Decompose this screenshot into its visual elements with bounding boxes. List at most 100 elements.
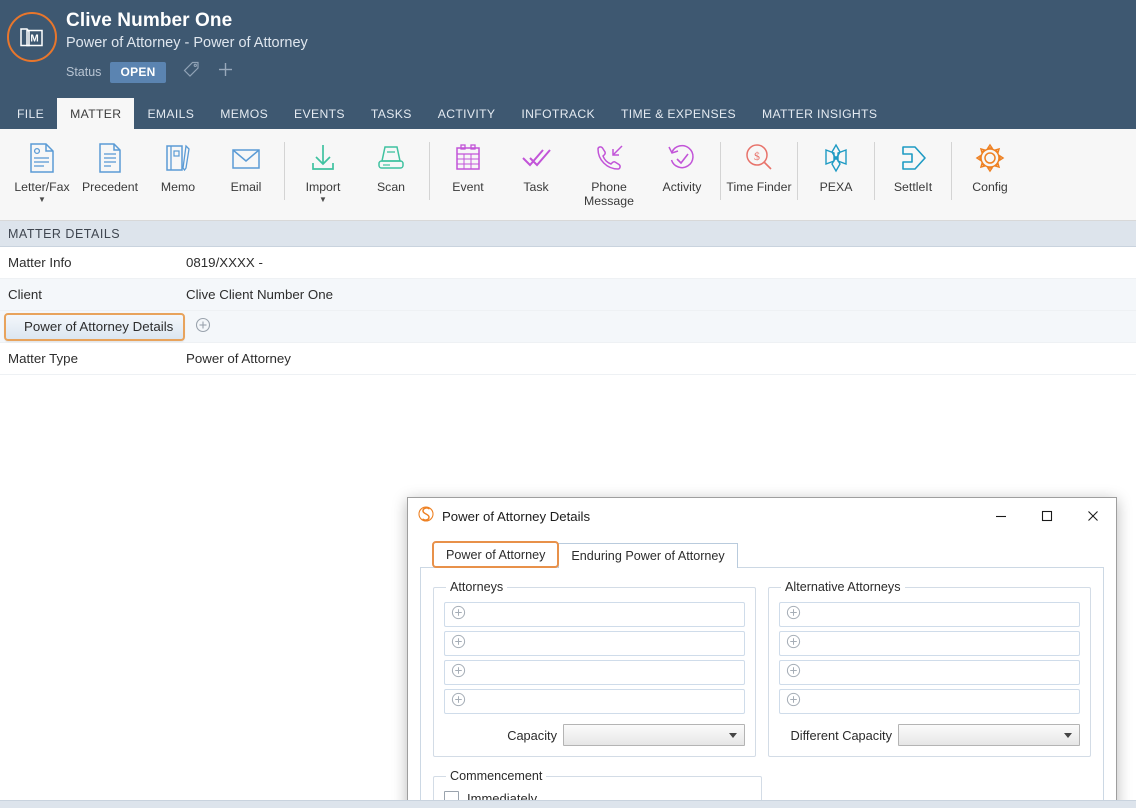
double-check-icon [520, 140, 552, 176]
ribbon-label-task: Task [523, 180, 549, 194]
close-icon[interactable] [1070, 498, 1116, 534]
power-of-attorney-details-dialog: Power of Attorney Details Power of Attor… [407, 497, 1117, 808]
arrow-right-outline-icon [898, 140, 928, 176]
attorney-field-2[interactable] [444, 631, 745, 656]
detail-value: Power of Attorney [186, 351, 291, 366]
plus-circle-icon[interactable] [451, 605, 466, 625]
nav-tab-infotrack[interactable]: INFOTRACK [508, 98, 608, 129]
alternative-attorney-field-1[interactable] [779, 602, 1080, 627]
attorney-field-3[interactable] [444, 660, 745, 685]
calendar-icon [453, 140, 483, 176]
ribbon-button-time-finder[interactable]: $ Time Finder [725, 134, 793, 212]
plus-circle-icon[interactable] [451, 692, 466, 712]
ribbon-toolbar: Letter/Fax ▼ Precedent Memo Email Import… [0, 129, 1136, 221]
notebook-pen-icon [163, 140, 193, 176]
ribbon-divider [797, 142, 798, 200]
ribbon-divider [720, 142, 721, 200]
plus-circle-icon[interactable] [786, 692, 801, 712]
status-badge[interactable]: OPEN [110, 61, 166, 83]
nav-tab-file[interactable]: FILE [4, 98, 57, 129]
dollar-magnifier-icon: $ [744, 140, 774, 176]
ribbon-button-activity[interactable]: Activity [648, 134, 716, 212]
ribbon-divider [951, 142, 952, 200]
detail-row-power-of-attorney-details[interactable]: Power of Attorney Details [0, 311, 1136, 343]
plus-circle-icon[interactable] [786, 634, 801, 654]
ribbon-button-phone-message[interactable]: Phone Message [570, 134, 648, 212]
capacity-dropdown[interactable] [563, 724, 745, 746]
dialog-titlebar[interactable]: Power of Attorney Details [408, 498, 1116, 534]
ribbon-button-import[interactable]: Import ▼ [289, 134, 357, 212]
ribbon-button-scan[interactable]: Scan [357, 134, 425, 212]
ribbon-divider [429, 142, 430, 200]
nav-tab-activity[interactable]: ACTIVITY [425, 98, 509, 129]
dialog-tabstrip: Power of Attorney Enduring Power of Atto… [420, 541, 1104, 568]
plus-circle-icon[interactable] [786, 663, 801, 683]
ribbon-button-email[interactable]: Email [212, 134, 280, 212]
ribbon-label-activity: Activity [662, 180, 702, 194]
ribbon-button-task[interactable]: Task [502, 134, 570, 212]
chevron-down-icon[interactable]: ▼ [38, 196, 46, 204]
plus-circle-icon[interactable] [451, 663, 466, 683]
detail-row-client[interactable]: Client Clive Client Number One [0, 279, 1136, 311]
tab-enduring-power-of-attorney[interactable]: Enduring Power of Attorney [558, 543, 738, 568]
svg-text:M: M [30, 34, 38, 45]
dialog-tabpanel: Attorneys Capacity Alternative Attorneys… [420, 567, 1104, 808]
app-header: M Clive Number One Power of Attorney - P… [0, 0, 1136, 98]
nav-tab-matter-insights[interactable]: MATTER INSIGHTS [749, 98, 890, 129]
detail-row-matter-type[interactable]: Matter Type Power of Attorney [0, 343, 1136, 375]
alternative-attorney-field-4[interactable] [779, 689, 1080, 714]
download-arrow-icon [308, 140, 338, 176]
clock-check-icon [666, 140, 698, 176]
ribbon-button-letter-fax[interactable]: Letter/Fax ▼ [8, 134, 76, 212]
power-of-attorney-details-button[interactable]: Power of Attorney Details [4, 312, 186, 341]
nav-tab-matter[interactable]: MATTER [57, 98, 135, 129]
ribbon-label-letter-fax: Letter/Fax [14, 180, 70, 194]
minimize-icon[interactable] [978, 498, 1024, 534]
dialog-window-controls [978, 498, 1116, 534]
plus-circle-icon[interactable] [786, 605, 801, 625]
attorneys-columns: Attorneys Capacity Alternative Attorneys… [433, 580, 1091, 757]
plus-circle-icon[interactable] [451, 634, 466, 654]
capacity-row: Capacity [444, 724, 745, 746]
alternative-attorney-field-2[interactable] [779, 631, 1080, 656]
smokeball-s-icon [418, 505, 434, 527]
ribbon-button-memo[interactable]: Memo [144, 134, 212, 212]
nav-tab-time-expenses[interactable]: TIME & EXPENSES [608, 98, 749, 129]
detail-row-matter-info[interactable]: Matter Info 0819/XXXX - [0, 247, 1136, 279]
plus-circle-icon[interactable] [195, 317, 211, 336]
maximize-icon[interactable] [1024, 498, 1070, 534]
ribbon-label-precedent: Precedent [81, 180, 139, 194]
tag-icon[interactable] [183, 61, 200, 83]
ribbon-button-precedent[interactable]: Precedent [76, 134, 144, 212]
detail-key: Matter Info [8, 255, 72, 270]
ribbon-button-event[interactable]: Event [434, 134, 502, 212]
tab-power-of-attorney[interactable]: Power of Attorney [432, 541, 560, 568]
matter-details-body: Matter Info 0819/XXXX - Client Clive Cli… [0, 247, 1136, 808]
nav-tab-tasks[interactable]: TASKS [358, 98, 425, 129]
attorney-field-4[interactable] [444, 689, 745, 714]
page-title: Clive Number One [66, 10, 233, 31]
ribbon-button-config[interactable]: Config [956, 134, 1024, 212]
nav-tab-events[interactable]: EVENTS [281, 98, 358, 129]
dialog-body: Power of Attorney Enduring Power of Atto… [408, 534, 1116, 808]
attorney-field-1[interactable] [444, 602, 745, 627]
nav-tab-memos[interactable]: MEMOS [207, 98, 281, 129]
alternative-attorney-field-3[interactable] [779, 660, 1080, 685]
chevron-down-icon[interactable]: ▼ [319, 196, 327, 204]
ribbon-button-pexa[interactable]: PEXA [802, 134, 870, 212]
main-nav-tabs: FILE MATTER EMAILS MEMOS EVENTS TASKS AC… [0, 98, 1136, 129]
ribbon-label-scan: Scan [376, 180, 406, 194]
different-capacity-dropdown[interactable] [898, 724, 1080, 746]
gear-icon [975, 140, 1005, 176]
scanner-icon [375, 140, 407, 176]
matter-subtitle: Power of Attorney - Power of Attorney [66, 35, 308, 51]
capacity-label: Capacity [507, 727, 557, 743]
nav-tab-emails[interactable]: EMAILS [134, 98, 207, 129]
plus-icon[interactable] [217, 61, 234, 83]
attorneys-legend: Attorneys [450, 580, 504, 594]
status-label: Status [66, 65, 102, 79]
detail-value: 0819/XXXX - [186, 255, 263, 270]
alternative-attorneys-group: Alternative Attorneys Different Capacity [768, 580, 1091, 757]
ribbon-button-settleit[interactable]: SettleIt [879, 134, 947, 212]
ribbon-label-config: Config [972, 180, 1008, 194]
